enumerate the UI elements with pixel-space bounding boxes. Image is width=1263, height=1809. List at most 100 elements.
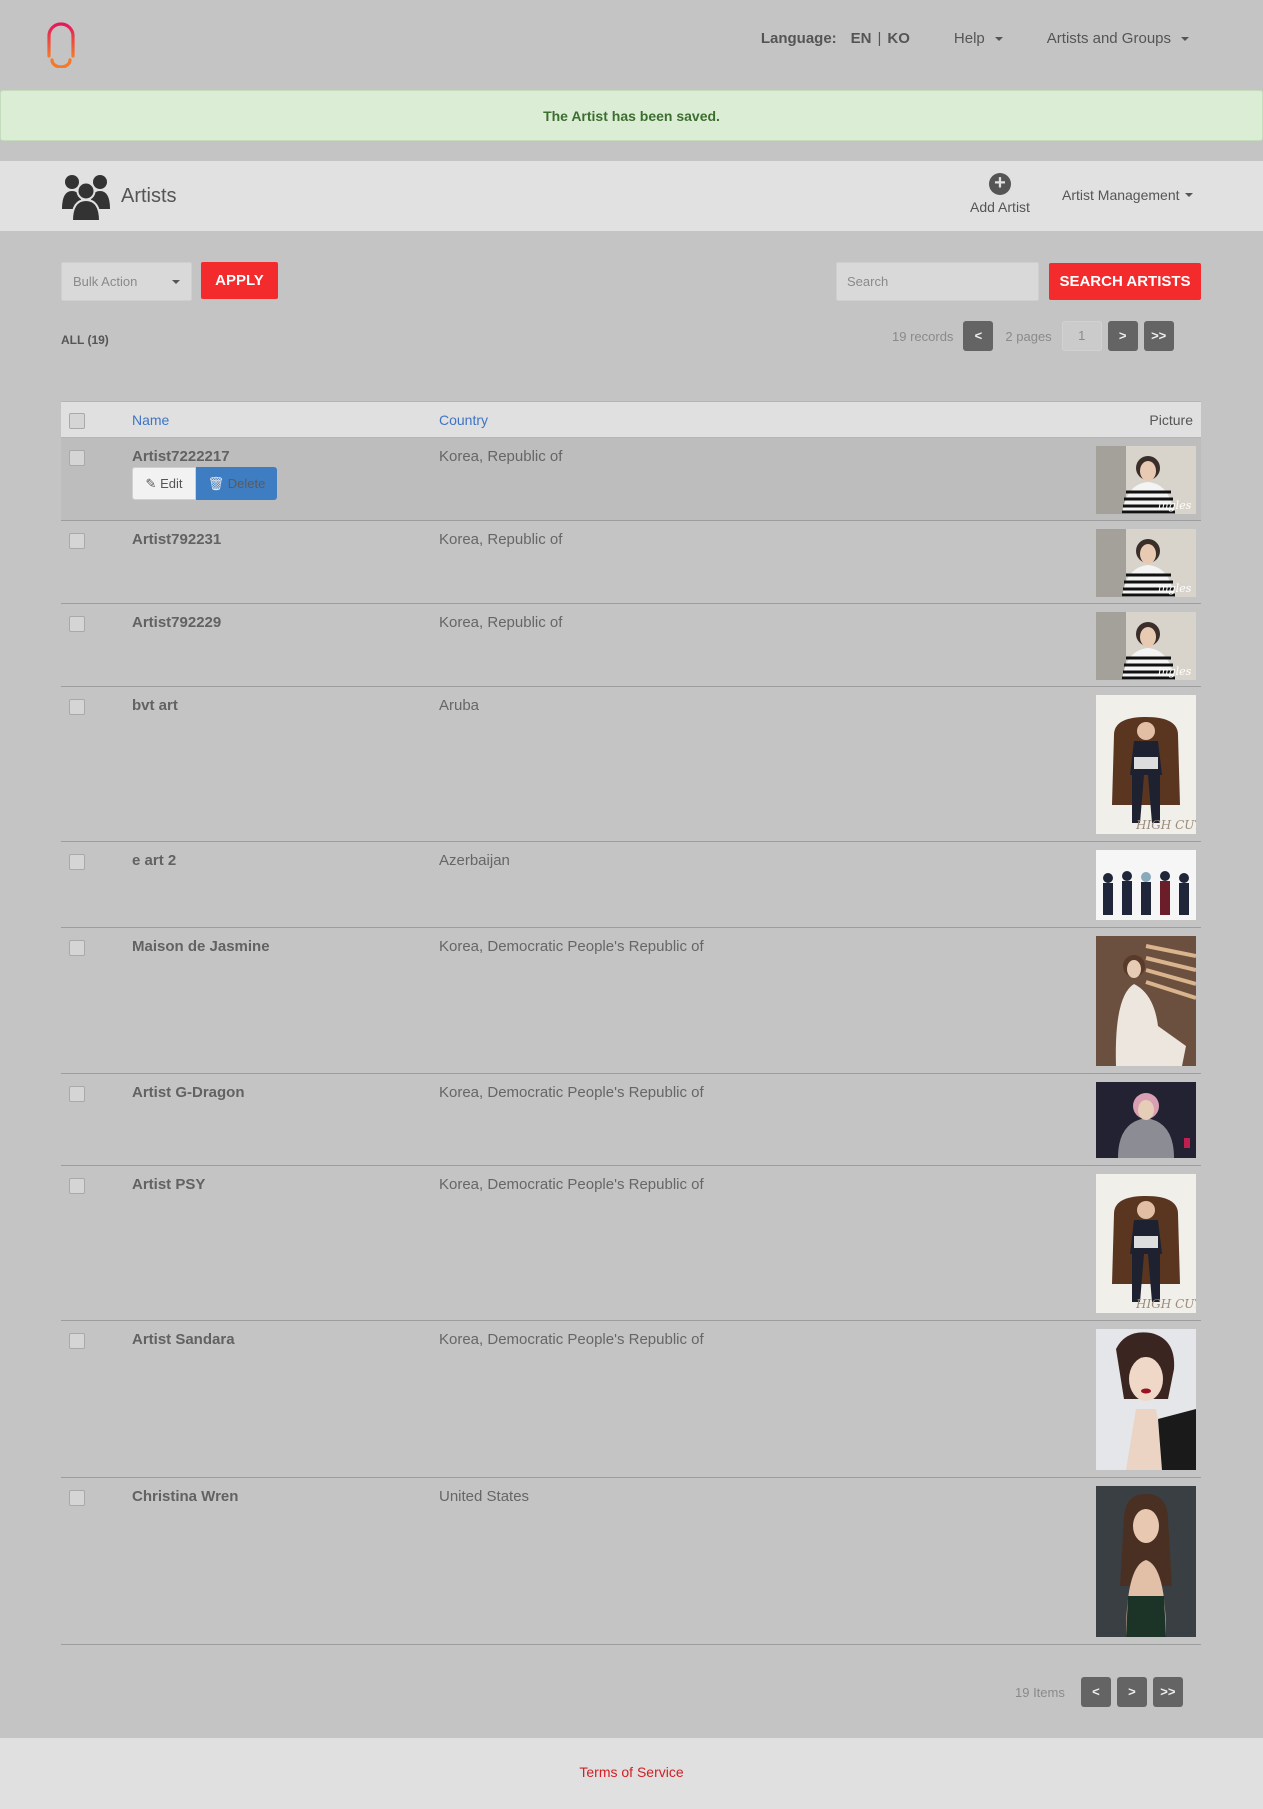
- artist-name[interactable]: e art 2: [132, 852, 176, 869]
- artist-management-menu[interactable]: Artist Management: [1062, 187, 1193, 203]
- svg-text:HIGH CUT: HIGH CUT: [1135, 1297, 1196, 1311]
- row-checkbox[interactable]: [69, 1086, 85, 1102]
- select-all-checkbox[interactable]: [69, 413, 85, 429]
- pagination-bottom: 19 Items < > >>: [1015, 1677, 1183, 1707]
- delete-button[interactable]: 🗑 Delete: [196, 467, 277, 500]
- artist-country: Aruba: [439, 697, 480, 714]
- table-row[interactable]: Artist G-Dragon Korea, Democratic People…: [61, 1074, 1201, 1166]
- artist-country: Korea, Republic of: [439, 614, 563, 631]
- help-menu[interactable]: Help: [954, 30, 1003, 47]
- top-bar: Language: EN | KO Help Artists and Group…: [0, 0, 1263, 90]
- artists-groups-label: Artists and Groups: [1046, 30, 1171, 47]
- artists-groups-menu[interactable]: Artists and Groups: [1047, 30, 1189, 47]
- logo-icon[interactable]: [43, 22, 79, 68]
- artist-country: Korea, Democratic People's Republic of: [439, 938, 704, 955]
- search-artists-button[interactable]: SEARCH ARTISTS: [1049, 263, 1201, 300]
- table-row[interactable]: e art 2 Azerbaijan: [61, 842, 1201, 928]
- add-artist-button[interactable]: + Add Artist: [960, 173, 1040, 216]
- artist-name[interactable]: Artist7222217: [132, 448, 230, 465]
- delete-label: Delete: [227, 476, 266, 491]
- row-checkbox[interactable]: [69, 1333, 85, 1349]
- artist-name[interactable]: Artist792231: [132, 531, 221, 548]
- artist-name[interactable]: Artist PSY: [132, 1176, 205, 1193]
- table-row[interactable]: Christina Wren United States: [61, 1478, 1201, 1645]
- artist-picture: HIGH CUT: [1096, 695, 1196, 834]
- artist-country: Azerbaijan: [439, 852, 510, 869]
- chevron-down-icon: [1181, 36, 1189, 41]
- lang-separator: |: [877, 30, 882, 47]
- row-checkbox[interactable]: [69, 699, 85, 715]
- artists-table: Name Country Picture Artist7222217 Korea…: [61, 401, 1201, 1645]
- artist-picture: ingles: [1096, 446, 1196, 514]
- next-page-button[interactable]: >: [1116, 1677, 1147, 1707]
- row-checkbox[interactable]: [69, 1178, 85, 1194]
- all-count-filter[interactable]: ALL (19): [61, 333, 109, 347]
- artist-name[interactable]: bvt art: [132, 697, 178, 714]
- terms-of-service-link[interactable]: Terms of Service: [579, 1764, 683, 1780]
- row-checkbox[interactable]: [69, 450, 85, 466]
- artist-country: United States: [439, 1488, 530, 1505]
- page-header: Artists + Add Artist Artist Management: [0, 161, 1263, 231]
- next-page-button[interactable]: >: [1107, 321, 1138, 351]
- add-artist-label: Add Artist: [970, 199, 1030, 215]
- artist-name[interactable]: Christina Wren: [132, 1488, 238, 1505]
- records-count: 19 records: [892, 328, 954, 344]
- artist-name[interactable]: Maison de Jasmine: [132, 938, 270, 955]
- chevron-down-icon: [172, 280, 180, 284]
- svg-text:HIGH CUT: HIGH CUT: [1135, 818, 1196, 832]
- table-row[interactable]: Maison de Jasmine Korea, Democratic Peop…: [61, 928, 1201, 1074]
- artist-name[interactable]: Artist Sandara: [132, 1331, 235, 1348]
- prev-page-button[interactable]: <: [963, 321, 994, 351]
- language-label: Language:: [760, 30, 837, 47]
- artist-picture: [1096, 850, 1196, 920]
- row-checkbox[interactable]: [69, 940, 85, 956]
- artist-management-label: Artist Management: [1062, 187, 1180, 203]
- table-row[interactable]: Artist Sandara Korea, Democratic People'…: [61, 1321, 1201, 1478]
- artist-picture: HIGH CUT: [1096, 1174, 1196, 1313]
- svg-text:ingles: ingles: [1158, 499, 1192, 512]
- svg-text:ingles: ingles: [1158, 665, 1192, 678]
- artist-picture: ingles: [1096, 529, 1196, 597]
- artist-name[interactable]: Artist G-Dragon: [132, 1084, 245, 1101]
- lang-en-link[interactable]: EN: [851, 30, 872, 47]
- table-row[interactable]: Artist792231 Korea, Republic of ingles: [61, 521, 1201, 604]
- lang-ko-link[interactable]: KO: [887, 30, 910, 47]
- trash-icon: 🗑: [207, 476, 225, 491]
- edit-button[interactable]: ✎ Edit: [132, 467, 196, 500]
- last-page-button[interactable]: >>: [1152, 1677, 1183, 1707]
- row-checkbox[interactable]: [69, 854, 85, 870]
- table-row[interactable]: Artist7222217 Korea, Republic of ✎ Edit …: [61, 438, 1201, 521]
- footer: Terms of Service: [0, 1738, 1263, 1809]
- column-name-header[interactable]: Name: [132, 412, 169, 428]
- page-number-input[interactable]: 1: [1061, 321, 1102, 351]
- pages-count: 2 pages: [1005, 328, 1052, 344]
- artist-country: Korea, Democratic People's Republic of: [439, 1176, 704, 1193]
- table-row[interactable]: Artist PSY Korea, Democratic People's Re…: [61, 1166, 1201, 1321]
- page-title: Artists: [121, 185, 177, 207]
- help-label: Help: [953, 30, 985, 47]
- artist-picture: ingles: [1096, 612, 1196, 680]
- artist-country: Korea, Democratic People's Republic of: [439, 1331, 704, 1348]
- prev-page-button[interactable]: <: [1080, 1677, 1111, 1707]
- artist-country: Korea, Republic of: [439, 448, 563, 465]
- apply-button[interactable]: APPLY: [201, 262, 278, 299]
- row-checkbox[interactable]: [69, 533, 85, 549]
- artist-picture: [1096, 1082, 1196, 1158]
- artist-name[interactable]: Artist792229: [132, 614, 221, 631]
- artist-picture: [1096, 1329, 1196, 1470]
- row-actions: ✎ Edit 🗑 Delete: [132, 467, 277, 500]
- row-checkbox[interactable]: [69, 616, 85, 632]
- artist-picture: [1096, 936, 1196, 1066]
- last-page-button[interactable]: >>: [1143, 321, 1174, 351]
- row-checkbox[interactable]: [69, 1490, 85, 1506]
- column-picture-header: Picture: [1149, 412, 1193, 428]
- bulk-action-select[interactable]: Bulk Action: [61, 262, 192, 301]
- table-row[interactable]: Artist792229 Korea, Republic of ingles: [61, 604, 1201, 687]
- pencil-icon: ✎: [145, 476, 157, 491]
- chevron-down-icon: [994, 36, 1003, 41]
- column-country-header[interactable]: Country: [439, 412, 488, 428]
- svg-text:ingles: ingles: [1158, 582, 1192, 595]
- items-count: 19 Items: [1015, 1684, 1065, 1700]
- table-row[interactable]: bvt art Aruba HIGH CUT: [61, 687, 1201, 842]
- search-input[interactable]: Search: [836, 262, 1039, 301]
